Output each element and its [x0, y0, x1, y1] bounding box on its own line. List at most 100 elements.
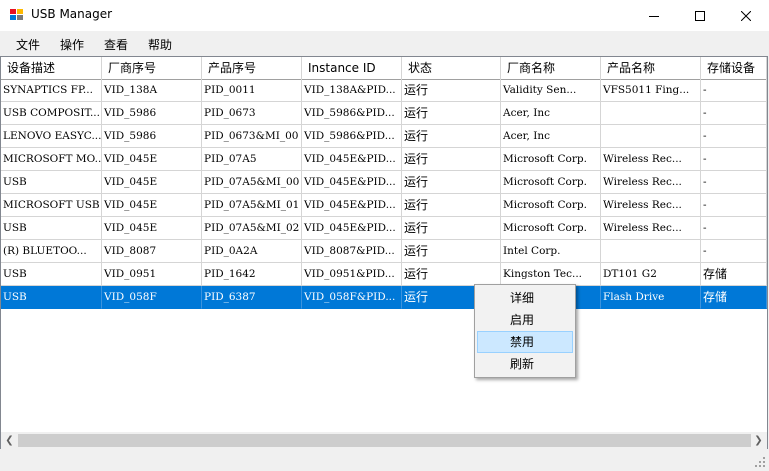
cell-vendor-name[interactable]: Microsoft Corp.	[501, 194, 601, 217]
cell-vendor-id[interactable]: VID_058F	[102, 286, 202, 309]
menu-help[interactable]: 帮助	[148, 36, 172, 53]
cell-status[interactable]: 运行	[402, 217, 501, 240]
context-item-enable[interactable]: 启用	[477, 309, 573, 331]
cell-vendor-name[interactable]: Intel Corp.	[501, 240, 601, 263]
cell-status[interactable]: 运行	[402, 148, 501, 171]
cell-vendor-name[interactable]: Acer, Inc	[501, 125, 601, 148]
cell-product-id[interactable]: PID_0011	[202, 79, 302, 102]
cell-description[interactable]: USB	[1, 263, 102, 286]
cell-instance-id[interactable]: VID_045E&PID...	[302, 194, 402, 217]
table-row[interactable]: USB VID_0951 PID_1642 VID_0951&PID... 运行 King…	[1, 263, 767, 286]
cell-description[interactable]: USB	[1, 171, 102, 194]
cell-instance-id[interactable]: VID_8087&PID...	[302, 240, 402, 263]
cell-product-id[interactable]: PID_07A5&MI_00	[202, 171, 302, 194]
table-row[interactable]: LENOVO EASYC... VID_5986 PID_0673&MI_00 VID…	[1, 125, 767, 148]
cell-storage[interactable]: -	[701, 79, 767, 102]
cell-vendor-name[interactable]: Acer, Inc	[501, 102, 601, 125]
menu-view[interactable]: 查看	[104, 36, 128, 53]
cell-vendor-id[interactable]: VID_5986	[102, 102, 202, 125]
cell-storage[interactable]: -	[701, 194, 767, 217]
cell-product-id[interactable]: PID_6387	[202, 286, 302, 309]
cell-description[interactable]: MICROSOFT USB	[1, 194, 102, 217]
cell-description[interactable]: (R) BLUETOO...	[1, 240, 102, 263]
column-header-storage[interactable]: 存储设备	[701, 57, 767, 79]
column-header-description[interactable]: 设备描述	[1, 57, 102, 79]
cell-status[interactable]: 运行	[402, 125, 501, 148]
table-row[interactable]: (R) BLUETOO... VID_8087 PID_0A2A VID_8087&P…	[1, 240, 767, 263]
scroll-left-button[interactable]: ❮	[1, 432, 18, 449]
cell-status[interactable]: 运行	[402, 102, 501, 125]
horizontal-scrollbar[interactable]: ❮ ❯	[1, 432, 767, 449]
cell-instance-id[interactable]: VID_045E&PID...	[302, 171, 402, 194]
cell-product-name[interactable]	[601, 102, 701, 125]
cell-product-name[interactable]: Wireless Rec...	[601, 194, 701, 217]
cell-storage[interactable]: 存储	[701, 286, 767, 309]
cell-product-id[interactable]: PID_0673	[202, 102, 302, 125]
maximize-button[interactable]	[677, 0, 723, 31]
context-item-refresh[interactable]: 刷新	[477, 353, 573, 375]
column-header-vendor-name[interactable]: 厂商名称	[501, 57, 601, 79]
cell-description[interactable]: SYNAPTICS FP...	[1, 79, 102, 102]
cell-product-id[interactable]: PID_1642	[202, 263, 302, 286]
column-header-product-name[interactable]: 产品名称	[601, 57, 701, 79]
close-button[interactable]	[723, 0, 769, 31]
cell-storage[interactable]: -	[701, 240, 767, 263]
cell-product-id[interactable]: PID_07A5&MI_02	[202, 217, 302, 240]
cell-vendor-id[interactable]: VID_045E	[102, 194, 202, 217]
cell-vendor-name[interactable]: Microsoft Corp.	[501, 217, 601, 240]
cell-storage[interactable]: 存储	[701, 263, 767, 286]
cell-product-name[interactable]	[601, 240, 701, 263]
cell-vendor-id[interactable]: VID_0951	[102, 263, 202, 286]
scrollbar-thumb[interactable]	[18, 434, 751, 447]
cell-product-id[interactable]: PID_07A5&MI_01	[202, 194, 302, 217]
cell-instance-id[interactable]: VID_0951&PID...	[302, 263, 402, 286]
cell-description[interactable]: MICROSOFT MO...	[1, 148, 102, 171]
cell-status[interactable]: 运行	[402, 240, 501, 263]
scroll-right-button[interactable]: ❯	[750, 432, 767, 449]
cell-product-id[interactable]: PID_07A5	[202, 148, 302, 171]
cell-status[interactable]: 运行	[402, 194, 501, 217]
cell-product-name[interactable]: Wireless Rec...	[601, 217, 701, 240]
cell-description[interactable]: LENOVO EASYC...	[1, 125, 102, 148]
context-item-disable[interactable]: 禁用	[477, 331, 573, 353]
cell-instance-id[interactable]: VID_138A&PID...	[302, 79, 402, 102]
table-row[interactable]: MICROSOFT MO... VID_045E PID_07A5 VID_045E&…	[1, 148, 767, 171]
cell-vendor-id[interactable]: VID_5986	[102, 125, 202, 148]
cell-instance-id[interactable]: VID_5986&PID...	[302, 125, 402, 148]
cell-description[interactable]: USB	[1, 217, 102, 240]
cell-instance-id[interactable]: VID_045E&PID...	[302, 148, 402, 171]
cell-instance-id[interactable]: VID_5986&PID...	[302, 102, 402, 125]
cell-vendor-id[interactable]: VID_138A	[102, 79, 202, 102]
menu-action[interactable]: 操作	[60, 36, 84, 53]
context-item-details[interactable]: 详细	[477, 287, 573, 309]
cell-product-name[interactable]: Wireless Rec...	[601, 171, 701, 194]
cell-description[interactable]: USB	[1, 286, 102, 309]
cell-storage[interactable]: -	[701, 171, 767, 194]
column-header-instance-id[interactable]: Instance ID	[302, 57, 402, 79]
cell-storage[interactable]: -	[701, 102, 767, 125]
cell-description[interactable]: USB COMPOSIT...	[1, 102, 102, 125]
cell-vendor-name[interactable]: Microsoft Corp.	[501, 171, 601, 194]
cell-instance-id[interactable]: VID_058F&PID...	[302, 286, 402, 309]
cell-product-id[interactable]: PID_0673&MI_00	[202, 125, 302, 148]
table-row[interactable]: USB VID_045E PID_07A5&MI_00 VID_045E&PID...…	[1, 171, 767, 194]
cell-product-name[interactable]: VFS5011 Fing...	[601, 79, 701, 102]
menu-file[interactable]: 文件	[16, 36, 40, 53]
minimize-button[interactable]	[631, 0, 677, 31]
cell-product-name[interactable]	[601, 125, 701, 148]
cell-vendor-id[interactable]: VID_045E	[102, 148, 202, 171]
cell-product-name[interactable]: DT101 G2	[601, 263, 701, 286]
cell-status[interactable]: 运行	[402, 263, 501, 286]
cell-status[interactable]: 运行	[402, 79, 501, 102]
cell-vendor-id[interactable]: VID_045E	[102, 217, 202, 240]
column-header-product-id[interactable]: 产品序号	[202, 57, 302, 79]
cell-storage[interactable]: -	[701, 148, 767, 171]
table-row[interactable]: MICROSOFT USB VID_045E PID_07A5&MI_01 VID_0…	[1, 194, 767, 217]
cell-product-name[interactable]: Wireless Rec...	[601, 148, 701, 171]
column-header-status[interactable]: 状态	[402, 57, 501, 79]
cell-storage[interactable]: -	[701, 125, 767, 148]
cell-vendor-id[interactable]: VID_045E	[102, 171, 202, 194]
column-header-vendor-id[interactable]: 厂商序号	[102, 57, 202, 79]
table-row[interactable]: SYNAPTICS FP... VID_138A PID_0011 VID_138A&…	[1, 79, 767, 102]
table-row[interactable]: USB VID_045E PID_07A5&MI_02 VID_045E&PID...…	[1, 217, 767, 240]
